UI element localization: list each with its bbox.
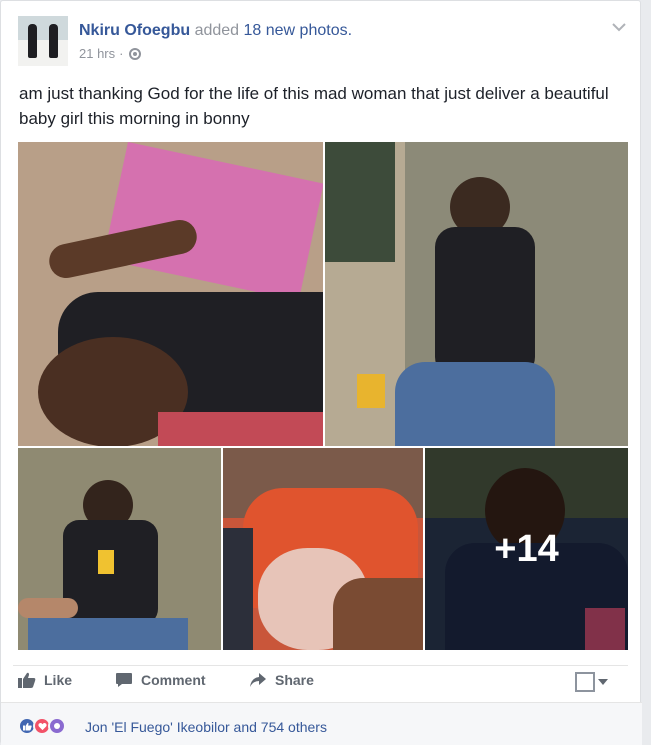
post-meta: 21 hrs · xyxy=(79,46,142,61)
photo-2[interactable] xyxy=(325,142,628,446)
avatar-figure xyxy=(49,24,58,58)
post-text: am just thanking God for the life of thi… xyxy=(19,84,609,128)
comment-label: Comment xyxy=(141,672,206,688)
purple-reaction-icon xyxy=(48,717,66,735)
thumbs-up-icon xyxy=(18,672,36,688)
chevron-down-icon[interactable] xyxy=(612,16,626,37)
post-title-line: Nkiru Ofoegbu added 18 new photos. xyxy=(79,22,352,40)
juice-box xyxy=(357,374,385,408)
avatar-figure xyxy=(28,24,37,58)
avatar-ground xyxy=(18,40,68,66)
post-action-text: added xyxy=(194,22,240,39)
adult-hand xyxy=(333,578,423,650)
blue-wrapper xyxy=(28,618,188,650)
photo-3[interactable] xyxy=(18,448,221,650)
comment-button[interactable]: Comment xyxy=(115,672,206,688)
comment-icon xyxy=(115,672,133,688)
wrap-cloth xyxy=(158,412,323,446)
profile-thumbnail-icon xyxy=(575,672,595,692)
more-photos-count: +14 xyxy=(494,527,559,570)
share-button[interactable]: Share xyxy=(249,672,314,688)
helping-hand xyxy=(18,598,78,618)
reaction-audience-selector[interactable] xyxy=(575,672,608,692)
pink-cloth xyxy=(103,142,323,301)
more-photos-overlay[interactable]: +14 xyxy=(425,448,628,650)
like-button[interactable]: Like xyxy=(18,672,72,688)
blue-wrapper xyxy=(395,362,555,446)
photo-4[interactable] xyxy=(223,448,423,650)
dark-sleeve xyxy=(223,528,253,650)
globe-icon[interactable] xyxy=(129,47,142,60)
post-actions: Like Comment Share xyxy=(18,666,628,700)
avatar-sky xyxy=(18,16,68,40)
juice-box xyxy=(98,550,114,574)
standing-person-skirt xyxy=(325,142,395,262)
author-name[interactable]: Nkiru Ofoegbu xyxy=(79,22,190,39)
post-header: Nkiru Ofoegbu added 18 new photos. 21 hr… xyxy=(18,16,630,68)
share-label: Share xyxy=(275,672,314,688)
like-label: Like xyxy=(44,672,73,688)
photo-grid: +14 xyxy=(18,142,628,650)
photos-link[interactable]: 18 new photos. xyxy=(244,22,353,39)
photo-5[interactable]: +14 xyxy=(425,448,628,650)
reactions-summary[interactable]: Jon 'El Fuego' Ikeobilor and 754 others xyxy=(85,719,327,735)
black-top xyxy=(435,227,535,377)
meta-separator: · xyxy=(119,46,124,61)
post-timestamp[interactable]: 21 hrs xyxy=(79,46,115,61)
reaction-icons[interactable] xyxy=(18,717,66,735)
author-avatar[interactable] xyxy=(18,16,68,66)
reactions-bar: Jon 'El Fuego' Ikeobilor and 754 others xyxy=(1,702,642,745)
photo-1[interactable] xyxy=(18,142,323,446)
share-arrow-icon xyxy=(249,672,267,688)
caret-down-icon xyxy=(598,679,608,685)
post-card: Nkiru Ofoegbu added 18 new photos. 21 hr… xyxy=(0,0,642,745)
